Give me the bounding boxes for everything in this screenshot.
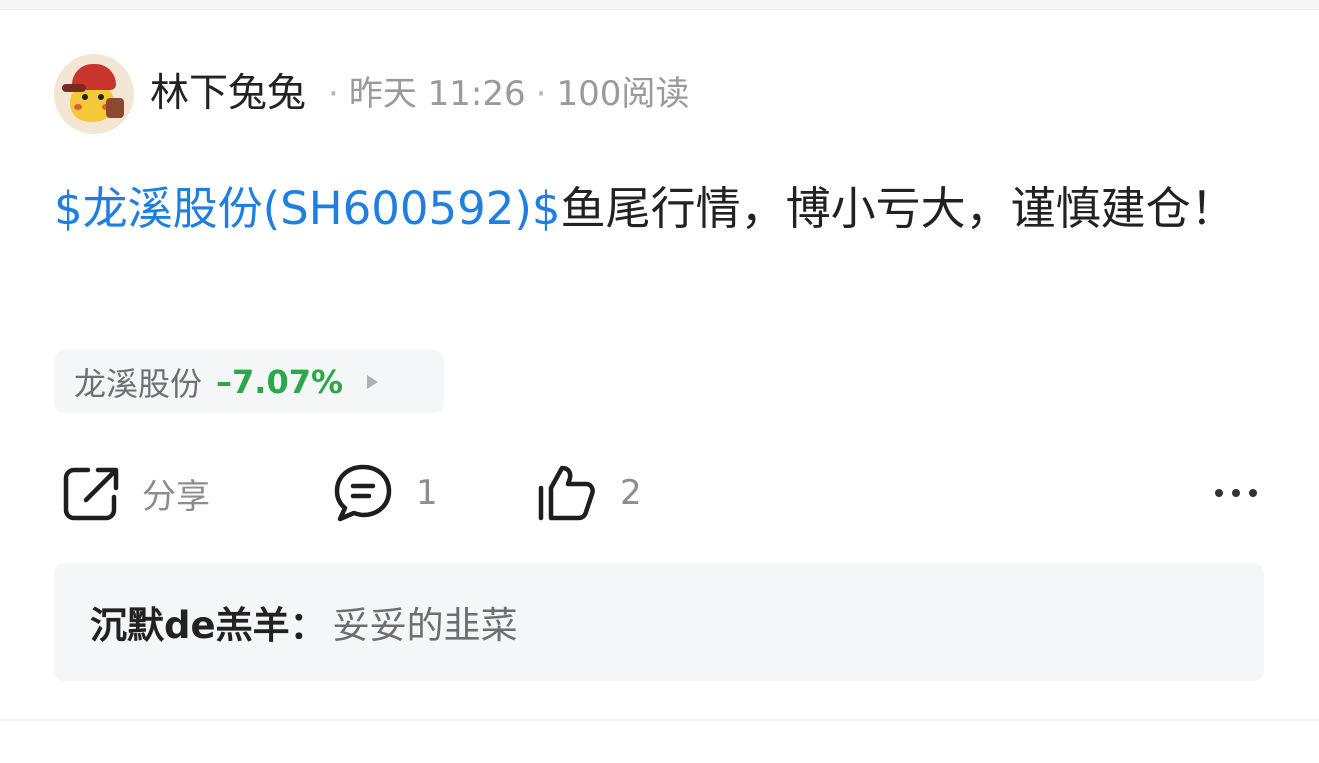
post-card: 林下兔兔 · 昨天 11:26 · 100阅读 $龙溪股份(SH600592)$鱼尾行… [0,10,1319,719]
comment-preview[interactable]: 沉默de羔羊： 妥妥的韭菜 [54,563,1264,681]
like-button[interactable]: 2 [536,460,642,526]
comment-icon [334,464,392,522]
separator-dot: · [535,74,547,114]
share-label: 分享 [142,476,210,517]
top-divider [0,0,1319,10]
post-meta: · 昨天 11:26 · 100阅读 [318,54,689,134]
post-header: 林下兔兔 · 昨天 11:26 · 100阅读 [54,54,689,134]
stock-chip[interactable]: 龙溪股份 –7.07% [54,350,444,413]
comment-count: 1 [416,473,438,513]
comment-author[interactable]: 沉默de羔羊： [90,595,327,649]
separator-dot: · [328,74,339,114]
stock-link[interactable]: $龙溪股份(SH600592)$ [54,182,561,235]
post-content: $龙溪股份(SH600592)$鱼尾行情，博小亏大，谨慎建仓！ [54,170,1254,248]
stock-chip-change: –7.07% [216,362,344,401]
thumbs-up-icon [538,465,595,521]
avatar[interactable] [54,54,134,134]
share-button[interactable]: 分享 [62,460,210,526]
author-name[interactable]: 林下兔兔 [150,54,306,134]
bottom-divider [0,719,1319,763]
post-text: 鱼尾行情，博小亏大，谨慎建仓！ [560,182,1236,235]
more-options-icon[interactable] [1208,460,1264,526]
stock-chip-name: 龙溪股份 [74,364,203,403]
comment-button[interactable]: 1 [332,460,438,526]
action-bar: 分享 1 2 [54,460,1264,526]
play-arrow-icon [367,374,379,389]
like-count: 2 [620,473,642,513]
share-icon [63,467,119,521]
post-time: 昨天 11:26 [348,74,526,114]
comment-text: 妥妥的韭菜 [332,604,518,647]
read-count: 100阅读 [556,74,690,114]
